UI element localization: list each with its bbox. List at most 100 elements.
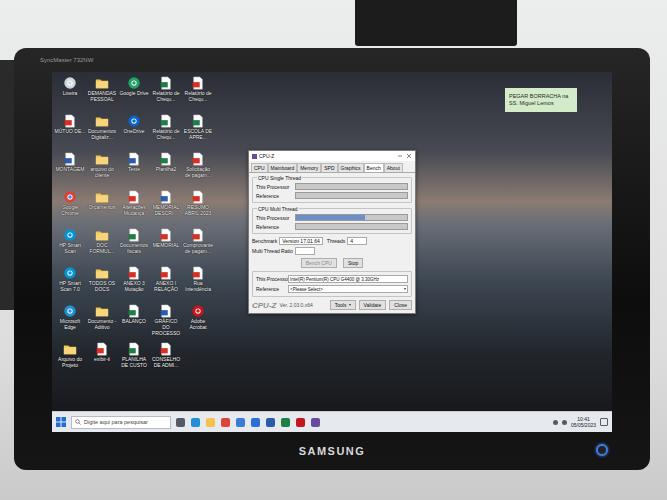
close-icon[interactable] bbox=[406, 153, 412, 159]
pdf-icon bbox=[159, 266, 173, 280]
footer-button[interactable]: Tools bbox=[330, 300, 356, 310]
notification-icon[interactable] bbox=[600, 418, 608, 426]
desktop-icon[interactable]: GRÁFICO DO PROCESSO bbox=[150, 304, 182, 342]
desktop-icon[interactable]: OneDrive bbox=[118, 114, 150, 152]
mail-icon[interactable] bbox=[251, 418, 260, 427]
desktop-icon[interactable]: exibir-ii bbox=[86, 342, 118, 380]
windows-start-icon[interactable] bbox=[56, 417, 66, 427]
field-value[interactable]: 4 bbox=[347, 237, 367, 245]
desktop-icon[interactable]: TODOS OS DOCS bbox=[86, 266, 118, 304]
taskbar: Digite aqui para pesquisar 10:4105/05/202… bbox=[52, 411, 612, 432]
desktop-icon-label: Microsoft Edge bbox=[55, 319, 86, 331]
edge-icon[interactable] bbox=[191, 418, 200, 427]
desktop-icon[interactable]: MÚTUO DE... bbox=[54, 114, 86, 152]
explorer-icon[interactable] bbox=[206, 418, 215, 427]
desktop-icon[interactable]: Documento - Aditivo bbox=[86, 304, 118, 342]
desktop-icon[interactable]: Solicitação de pagam... bbox=[182, 152, 214, 190]
excel-icon[interactable] bbox=[281, 418, 290, 427]
store-icon[interactable] bbox=[236, 418, 245, 427]
desktop-icon[interactable]: MEMORIAL bbox=[150, 228, 182, 266]
acrobat-icon bbox=[191, 304, 205, 318]
compare-row: This ProcessorIntel(R) Pentium(R) CPU G4… bbox=[256, 275, 408, 283]
tab[interactable]: Graphics bbox=[338, 163, 364, 172]
desktop-icon[interactable]: DEMANDAS PESSOAL bbox=[86, 76, 118, 114]
desktop-icon[interactable]: Teste bbox=[118, 152, 150, 190]
tab[interactable]: SPD bbox=[321, 163, 337, 172]
folder-icon bbox=[95, 304, 109, 318]
word-icon bbox=[63, 152, 77, 166]
desktop-icon[interactable]: Google Chrome bbox=[54, 190, 86, 228]
desktop-icon-label: Lixeira bbox=[55, 91, 86, 97]
bench-label: Reference bbox=[256, 193, 292, 199]
desktop-icon[interactable]: Rua Intendência bbox=[182, 266, 214, 304]
compare-value-text: <Please Select> bbox=[290, 287, 323, 292]
tab[interactable]: CPU bbox=[251, 163, 268, 172]
folder-icon bbox=[95, 152, 109, 166]
word-icon[interactable] bbox=[266, 418, 275, 427]
tab[interactable]: Bench bbox=[364, 163, 384, 172]
recycle-icon bbox=[63, 76, 77, 90]
desktop-icon[interactable]: Documentos fiscais bbox=[118, 228, 150, 266]
desktop-icon[interactable]: ANEXO 3 Mutação bbox=[118, 266, 150, 304]
footer-button[interactable]: Validate bbox=[359, 300, 387, 310]
desktop-icon[interactable]: Relatório de Chequ... bbox=[150, 76, 182, 114]
desktop-icon[interactable]: Documentos Digitaliz... bbox=[86, 114, 118, 152]
sticky-note[interactable]: PEGAR BORRACHA na SS. Miguel Lemos bbox=[505, 88, 577, 112]
pdf-icon bbox=[191, 228, 205, 242]
desktop-icon[interactable]: RESUMO ABRIL 2023 bbox=[182, 190, 214, 228]
title-bar[interactable]: CPU-Z bbox=[249, 151, 415, 161]
power-button[interactable] bbox=[596, 444, 608, 456]
desktop-icon[interactable]: Adobe Acrobat bbox=[182, 304, 214, 342]
clock-date: 05/05/2023 bbox=[571, 422, 596, 428]
footer-button-label: Close bbox=[394, 302, 407, 308]
desktop-icon[interactable]: Relatório de Chequ... bbox=[150, 114, 182, 152]
desktop-icon[interactable]: Orçamentos bbox=[86, 190, 118, 228]
desktop-icon[interactable]: Planilha2 bbox=[150, 152, 182, 190]
tab[interactable]: Mainboard bbox=[268, 163, 298, 172]
desktop-icon[interactable]: Alterações Mudança bbox=[118, 190, 150, 228]
field-value[interactable]: Version 17.01.64 bbox=[279, 237, 323, 245]
desktop-icon[interactable]: Comprovante de pagam... bbox=[182, 228, 214, 266]
folder-icon bbox=[95, 190, 109, 204]
desktop-icon[interactable]: Relatório de Chequ... bbox=[182, 76, 214, 114]
desktop-icon[interactable]: PLANILHA DE CUSTO bbox=[118, 342, 150, 380]
network-icon[interactable] bbox=[553, 420, 558, 425]
desktop-icon[interactable]: Arquivo do Projeto bbox=[54, 342, 86, 380]
desktop-icon[interactable]: MEMORIAL DESCRI... bbox=[150, 190, 182, 228]
volume-icon[interactable] bbox=[562, 420, 567, 425]
pdf-icon bbox=[63, 114, 77, 128]
pdf-icon bbox=[159, 342, 173, 356]
desktop-icon[interactable]: HP Smart Scan bbox=[54, 228, 86, 266]
desktop-icon[interactable]: CONSELHO DE ADMI... bbox=[150, 342, 182, 380]
desktop-icon[interactable]: ESCOLA DE APRE... bbox=[182, 114, 214, 152]
pdf-icon bbox=[191, 190, 205, 204]
desktop-icon-label: DEMANDAS PESSOAL bbox=[87, 91, 118, 103]
footer-button[interactable]: Close bbox=[389, 300, 412, 310]
bench-button[interactable]: Bench CPU bbox=[301, 258, 337, 268]
desktop-icon[interactable]: Microsoft Edge bbox=[54, 304, 86, 342]
desktop-icon[interactable]: Google Drive bbox=[118, 76, 150, 114]
drive-icon bbox=[127, 76, 141, 90]
taskbar-search[interactable]: Digite aqui para pesquisar bbox=[71, 416, 171, 429]
desktop-icon[interactable]: Lixeira bbox=[54, 76, 86, 114]
tab[interactable]: About bbox=[384, 163, 403, 172]
desktop-icon[interactable]: ANEXO I RELAÇÃO bbox=[150, 266, 182, 304]
desktop-icon[interactable]: arquivo do cliente bbox=[86, 152, 118, 190]
desktop-icon[interactable]: HP Smart Scan 7.0 bbox=[54, 266, 86, 304]
compare-value[interactable]: <Please Select> bbox=[288, 285, 408, 293]
field-value[interactable] bbox=[295, 247, 315, 255]
acrobat-icon[interactable] bbox=[296, 418, 305, 427]
search-placeholder: Digite aqui para pesquisar bbox=[84, 419, 148, 425]
chrome-icon[interactable] bbox=[221, 418, 230, 427]
desktop-icon[interactable]: DOC FORMUL... bbox=[86, 228, 118, 266]
cpuz-icon[interactable] bbox=[311, 418, 320, 427]
desktop-icon[interactable]: MONTAGEM bbox=[54, 152, 86, 190]
bench-bar bbox=[295, 214, 408, 221]
bench-button[interactable]: Stop bbox=[343, 258, 363, 268]
taskview-icon[interactable] bbox=[176, 418, 185, 427]
cpuz-window[interactable]: CPU-Z CPUMainboardMemorySPDGraphicsBenchA… bbox=[248, 150, 416, 314]
clock[interactable]: 10:4105/05/2023 bbox=[571, 416, 596, 428]
desktop-icon[interactable]: BALANÇO bbox=[118, 304, 150, 342]
minimize-icon[interactable] bbox=[397, 153, 403, 159]
tab[interactable]: Memory bbox=[297, 163, 321, 172]
